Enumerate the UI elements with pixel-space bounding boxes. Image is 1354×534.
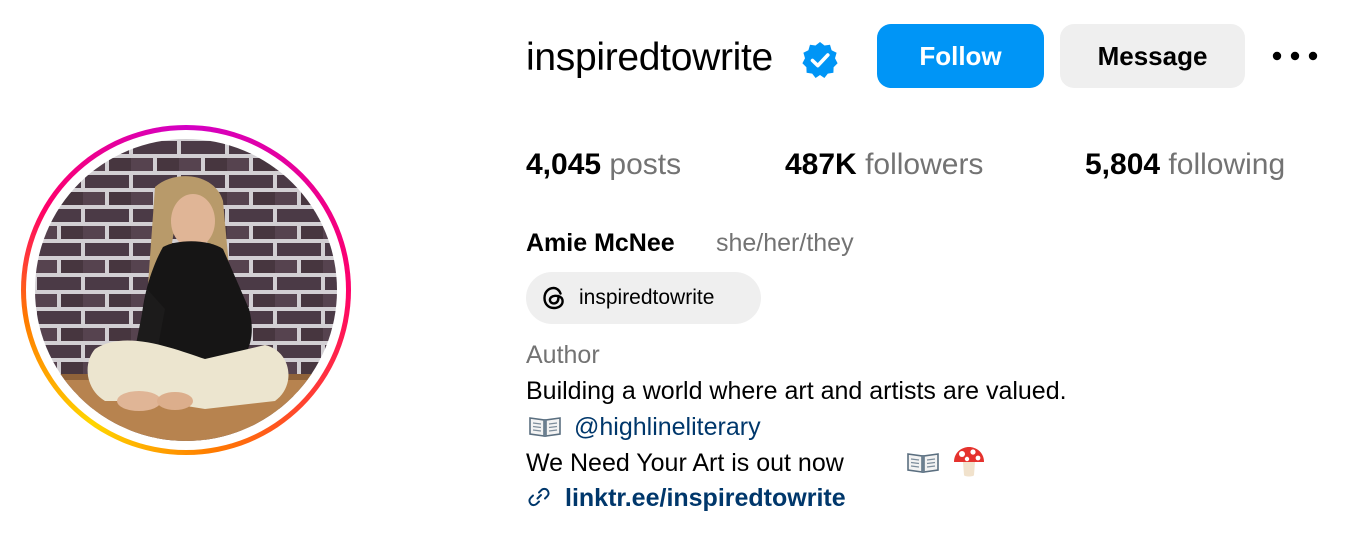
posts-label: posts [609, 148, 682, 181]
full-name: Amie McNee [526, 229, 675, 257]
profile-username: inspiredtowrite [526, 36, 773, 79]
more-options-icon[interactable] [1270, 44, 1320, 68]
bio-description: Building a world where art and artists a… [526, 377, 1067, 405]
mushroom-emoji [954, 447, 984, 477]
external-link[interactable]: linktr.ee/inspiredtowrite [565, 481, 846, 515]
followers-label: followers [865, 148, 984, 181]
follow-button[interactable]: Follow [877, 24, 1044, 88]
followers-count: 487K [785, 148, 857, 181]
release-announcement: We Need Your Art is out now [526, 449, 844, 477]
pronouns: she/her/they [716, 229, 854, 257]
message-button[interactable]: Message [1060, 24, 1245, 88]
threads-link-button[interactable]: inspiredtowrite [526, 272, 761, 324]
link-icon [528, 487, 550, 507]
following-label: following [1168, 148, 1286, 181]
story-ring[interactable] [21, 125, 351, 455]
open-book-emoji [529, 417, 561, 437]
mention-link[interactable]: @highlineliterary [574, 413, 761, 441]
following-stat[interactable]: 5,804 following [1085, 145, 1285, 185]
verified-badge-icon [802, 42, 838, 78]
followers-stat[interactable]: 487K followers [785, 145, 983, 185]
avatar-photo [35, 139, 337, 441]
posts-stat: 4,045 posts [526, 145, 681, 185]
threads-icon [543, 286, 564, 310]
threads-handle: inspiredtowrite [579, 286, 715, 309]
avatar[interactable] [35, 139, 337, 441]
profile-category: Author [526, 341, 600, 369]
following-count: 5,804 [1085, 148, 1161, 181]
posts-count: 4,045 [526, 148, 602, 181]
open-book-emoji [907, 453, 939, 473]
